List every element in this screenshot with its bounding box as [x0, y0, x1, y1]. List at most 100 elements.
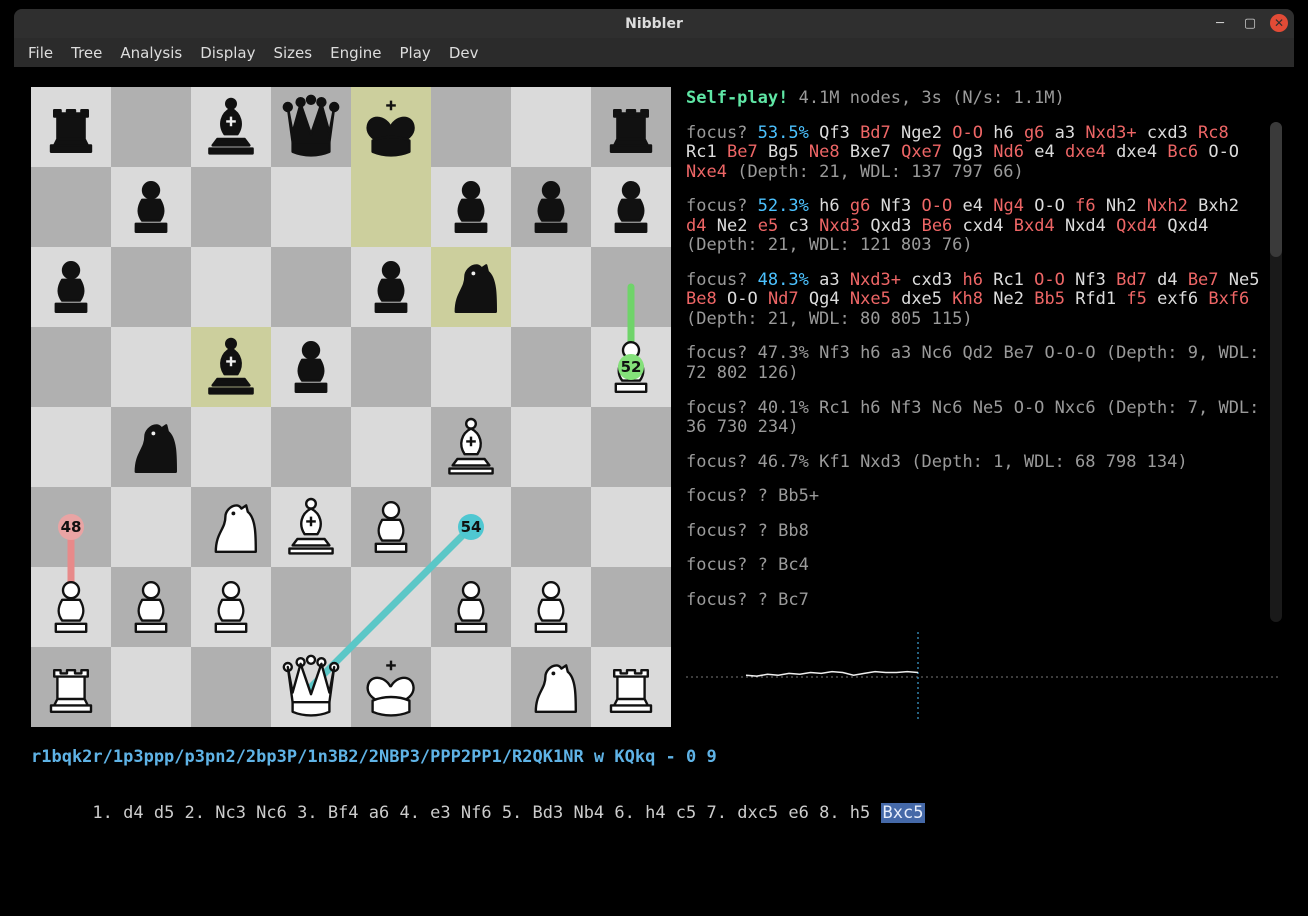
menu-dev[interactable]: Dev	[441, 41, 487, 65]
mv-1-12[interactable]: Ne2	[717, 216, 748, 236]
square-e5[interactable]	[351, 327, 431, 407]
mv-0-5[interactable]: g6	[1024, 123, 1044, 143]
mv-0-11[interactable]: Be7	[727, 142, 758, 162]
mv-1-20[interactable]: Nxd4	[1065, 216, 1106, 236]
mv-0-19[interactable]: dxe4	[1065, 142, 1106, 162]
piece-e6[interactable]	[351, 247, 431, 327]
titlebar[interactable]: Nibbler ─ ▢ ✕	[14, 9, 1294, 38]
mv-0-15[interactable]: Qxe7	[901, 142, 942, 162]
analysis-line-8[interactable]: focus? ? Bc4	[686, 556, 1262, 576]
menu-tree[interactable]: Tree	[63, 41, 110, 65]
piece-g1[interactable]	[511, 647, 591, 727]
piece-b4[interactable]	[111, 407, 191, 487]
mv-2-19[interactable]: Bb5	[1034, 289, 1065, 309]
piece-a2[interactable]	[31, 567, 111, 647]
mv-2-15[interactable]: Nxe5	[850, 289, 891, 309]
mv-0-21[interactable]: Bc6	[1167, 142, 1198, 162]
square-g4[interactable]	[511, 407, 591, 487]
piece-d5[interactable]	[271, 327, 351, 407]
piece-h8[interactable]	[591, 87, 671, 167]
piece-f7[interactable]	[431, 167, 511, 247]
square-g3[interactable]	[511, 487, 591, 567]
mv-0-20[interactable]: dxe4	[1116, 142, 1157, 162]
mv-0-16[interactable]: Qg3	[952, 142, 983, 162]
analysis-line-4[interactable]: focus? 40.1% Rc1 h6 Nf3 Nc6 Ne5 O-O Nxc6…	[686, 399, 1262, 438]
mv-2-18[interactable]: Ne2	[993, 289, 1024, 309]
mv-2-21[interactable]: f5	[1126, 289, 1146, 309]
square-c1[interactable]	[191, 647, 271, 727]
mv-2-22[interactable]: exf6	[1157, 289, 1198, 309]
mv-2-9[interactable]: Be7	[1188, 270, 1219, 290]
mv-2-10[interactable]: Ne5	[1229, 270, 1260, 290]
piece-a1[interactable]	[31, 647, 111, 727]
piece-d8[interactable]	[271, 87, 351, 167]
mv-2-12[interactable]: O-O	[727, 289, 758, 309]
piece-f2[interactable]	[431, 567, 511, 647]
analysis-line-3[interactable]: focus? 47.3% Nf3 h6 a3 Nc6 Qd2 Be7 O-O-O…	[686, 344, 1262, 383]
square-g8[interactable]	[511, 87, 591, 167]
close-button[interactable]: ✕	[1270, 14, 1288, 32]
square-h3[interactable]	[591, 487, 671, 567]
mv-1-11[interactable]: d4	[686, 216, 706, 236]
square-b3[interactable]	[111, 487, 191, 567]
piece-g2[interactable]	[511, 567, 591, 647]
mv-2-7[interactable]: Bd7	[1116, 270, 1147, 290]
square-a4[interactable]	[31, 407, 111, 487]
mv-1-17[interactable]: Be6	[922, 216, 953, 236]
square-a5[interactable]	[31, 327, 111, 407]
square-c6[interactable]	[191, 247, 271, 327]
mv-0-9[interactable]: Rc8	[1198, 123, 1229, 143]
analysis-line-2[interactable]: focus? 48.3% a3 Nxd3+ cxd3 h6 Rc1 O-O Nf…	[686, 271, 1262, 330]
piece-c5[interactable]	[191, 327, 271, 407]
eval-graph[interactable]	[686, 632, 1278, 722]
piece-b7[interactable]	[111, 167, 191, 247]
mv-0-10[interactable]: Rc1	[686, 142, 717, 162]
square-c7[interactable]	[191, 167, 271, 247]
menu-file[interactable]: File	[20, 41, 61, 65]
piece-h1[interactable]	[591, 647, 671, 727]
mv-2-2[interactable]: cxd3	[911, 270, 952, 290]
analysis-line-9[interactable]: focus? ? Bc7	[686, 591, 1262, 611]
piece-e1[interactable]	[351, 647, 431, 727]
mv-1-19[interactable]: Bxd4	[1014, 216, 1055, 236]
menu-sizes[interactable]: Sizes	[265, 41, 320, 65]
square-b1[interactable]	[111, 647, 191, 727]
mv-2-0[interactable]: a3	[819, 270, 839, 290]
mv-1-16[interactable]: Qxd3	[870, 216, 911, 236]
mv-0-22[interactable]: O-O	[1208, 142, 1239, 162]
mv-1-8[interactable]: Nh2	[1106, 196, 1137, 216]
mv-0-8[interactable]: cxd3	[1147, 123, 1188, 143]
mv-2-1[interactable]: Nxd3+	[850, 270, 901, 290]
piece-e3[interactable]	[351, 487, 431, 567]
mv-1-15[interactable]: Nxd3	[819, 216, 860, 236]
square-d7[interactable]	[271, 167, 351, 247]
mv-0-1[interactable]: Bd7	[860, 123, 891, 143]
analysis-line-1[interactable]: focus? 52.3% h6 g6 Nf3 O-O e4 Ng4 O-O f6…	[686, 197, 1262, 256]
square-e7[interactable]	[351, 167, 431, 247]
mv-0-18[interactable]: e4	[1034, 142, 1054, 162]
maximize-button[interactable]: ▢	[1240, 13, 1260, 33]
mv-0-23[interactable]: Nxe4	[686, 162, 727, 182]
square-c4[interactable]	[191, 407, 271, 487]
piece-f4[interactable]	[431, 407, 511, 487]
square-d6[interactable]	[271, 247, 351, 327]
piece-a8[interactable]	[31, 87, 111, 167]
mv-1-4[interactable]: e4	[963, 196, 983, 216]
moves-last[interactable]: Bxc5	[881, 803, 926, 823]
piece-f6[interactable]	[431, 247, 511, 327]
mv-1-21[interactable]: Qxd4	[1116, 216, 1157, 236]
mv-2-11[interactable]: Be8	[686, 289, 717, 309]
mv-0-0[interactable]: Qf3	[819, 123, 850, 143]
analysis-scrollbar[interactable]	[1270, 122, 1282, 622]
mv-0-3[interactable]: O-O	[952, 123, 983, 143]
analysis-line-6[interactable]: focus? ? Bb5+	[686, 487, 1262, 507]
mv-2-14[interactable]: Qg4	[809, 289, 840, 309]
mv-2-16[interactable]: dxe5	[901, 289, 942, 309]
square-f1[interactable]	[431, 647, 511, 727]
mv-0-2[interactable]: Nge2	[901, 123, 942, 143]
fen-string[interactable]: r1bqk2r/1p3ppp/p3pn2/2bp3P/1n3B2/2NBP3/P…	[31, 747, 717, 767]
mv-1-9[interactable]: Nxh2	[1147, 196, 1188, 216]
mv-0-7[interactable]: Nxd3+	[1085, 123, 1136, 143]
mv-2-20[interactable]: Rfd1	[1075, 289, 1116, 309]
piece-e8[interactable]	[351, 87, 431, 167]
